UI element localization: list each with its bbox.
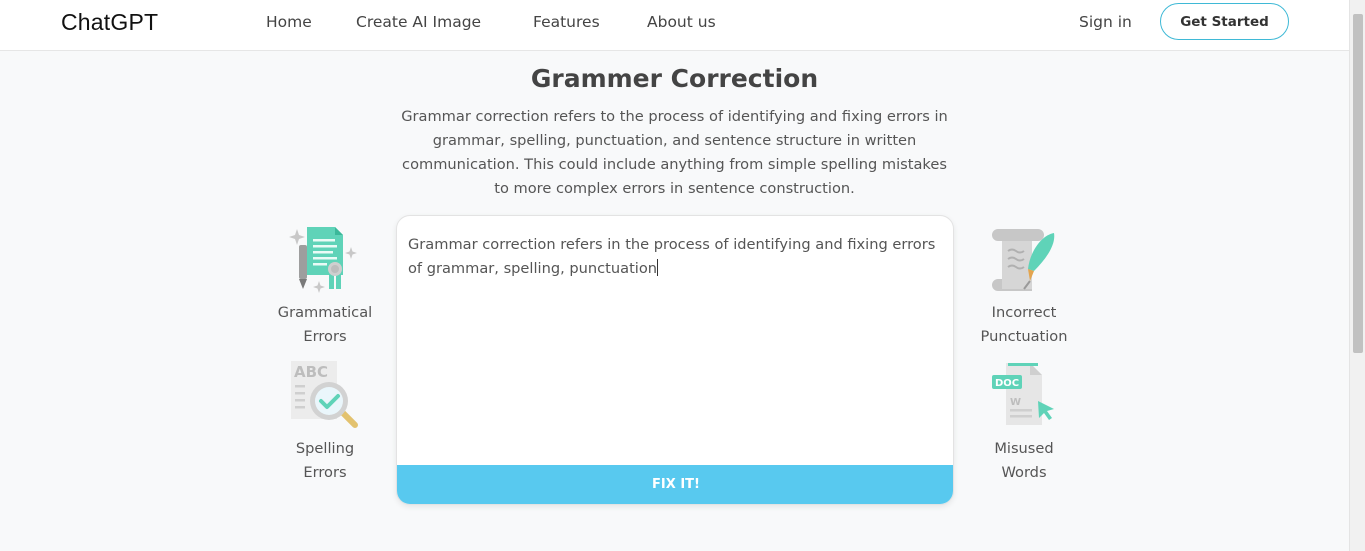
get-started-button[interactable]: Get Started bbox=[1160, 3, 1289, 40]
nav-about-us[interactable]: About us bbox=[647, 13, 716, 31]
feature-label-line1: Grammatical bbox=[277, 304, 373, 321]
feature-incorrect-punctuation: Incorrect Punctuation bbox=[969, 225, 1079, 349]
scrollbar-thumb[interactable] bbox=[1353, 14, 1363, 353]
nav-features[interactable]: Features bbox=[533, 13, 600, 31]
feature-spelling-errors: ABC Spelling Errors bbox=[270, 361, 380, 485]
svg-text:W: W bbox=[1010, 397, 1021, 408]
feature-label-line1: Incorrect bbox=[991, 304, 1057, 321]
feature-grammatical-errors: Grammatical Errors bbox=[270, 225, 380, 349]
editor-text-content: Grammar correction refers in the process… bbox=[408, 236, 936, 277]
abc-magnifier-icon: ABC bbox=[291, 361, 358, 428]
grammar-text-input[interactable]: Grammar correction refers in the process… bbox=[408, 233, 944, 281]
sign-in-link[interactable]: Sign in bbox=[1079, 13, 1132, 31]
feature-label-line1: Misused bbox=[994, 440, 1054, 457]
grammar-editor: Grammar correction refers in the process… bbox=[396, 215, 954, 505]
fix-it-button[interactable]: FIX IT! bbox=[397, 465, 953, 504]
feature-label-line2: Punctuation bbox=[980, 328, 1068, 345]
page-scrollbar[interactable] bbox=[1349, 0, 1365, 551]
brand-logo[interactable]: ChatGPT bbox=[61, 9, 158, 36]
svg-text:DOC: DOC bbox=[995, 378, 1019, 389]
doc-file-cursor-icon: DOC W bbox=[992, 363, 1054, 425]
navbar: ChatGPT Home Create AI Image Features Ab… bbox=[0, 0, 1349, 51]
nav-home[interactable]: Home bbox=[266, 13, 312, 31]
page-title: Grammer Correction bbox=[530, 64, 819, 93]
svg-text:ABC: ABC bbox=[294, 363, 328, 381]
feature-misused-words: DOC W Misused Words bbox=[969, 361, 1079, 485]
feature-label-line2: Errors bbox=[303, 464, 347, 481]
feature-label-line1: Spelling bbox=[295, 440, 355, 457]
nav-create-ai-image[interactable]: Create AI Image bbox=[356, 13, 481, 31]
page-description: Grammar correction refers to the process… bbox=[401, 108, 948, 197]
feature-label-line2: Errors bbox=[303, 328, 347, 345]
feature-label-line2: Words bbox=[1001, 464, 1047, 481]
text-cursor bbox=[657, 259, 659, 276]
document-pencil-icon bbox=[289, 227, 357, 293]
scroll-quill-icon bbox=[992, 229, 1055, 291]
